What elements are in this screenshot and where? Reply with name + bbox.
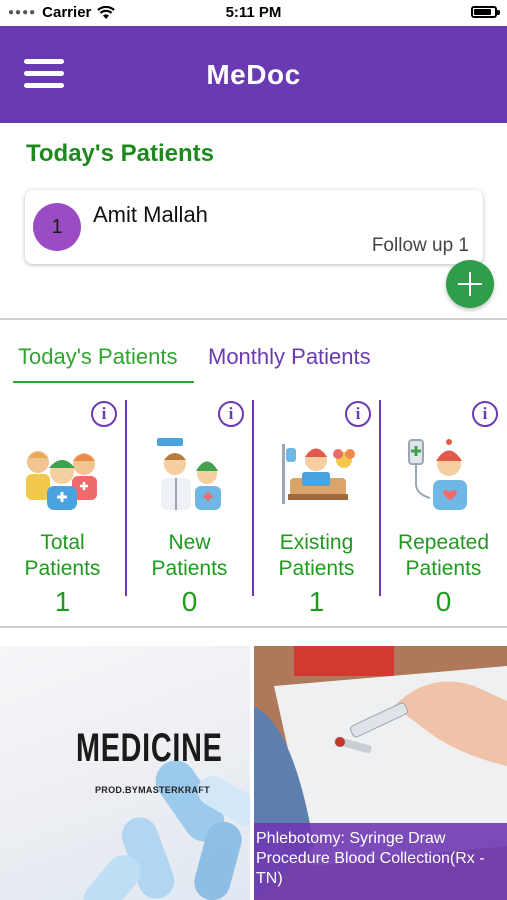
stat-label: Existing Patients <box>278 531 355 580</box>
patient-bed-icon <box>282 444 355 504</box>
capsules-image <box>83 760 250 900</box>
section-title-todays-patients: Today's Patients <box>26 140 214 167</box>
stat-label: New Patients <box>151 531 228 580</box>
patient-name: Amit Mallah <box>93 202 208 227</box>
info-icon[interactable]: i <box>345 401 371 427</box>
divider <box>0 318 507 320</box>
stat-label: Total Patients <box>24 531 101 580</box>
info-icon[interactable]: i <box>472 401 498 427</box>
stat-value: 0 <box>435 586 452 617</box>
status-bar: ●●●● Carrier 5:11 PM <box>0 0 507 26</box>
status-time: 5:11 PM <box>225 4 282 21</box>
patient-follow-up: Follow up 1 <box>371 235 469 256</box>
app-title: MeDoc <box>206 59 301 90</box>
app-header: MeDoc <box>0 26 507 123</box>
stat-value: 1 <box>54 586 71 617</box>
video-caption-bar: Phlebotomy: Syringe Draw Procedure Blood… <box>254 823 507 900</box>
medicine-subtitle: PROD.BYMASTERKRAFT <box>95 785 210 795</box>
stat-repeated-patients[interactable]: i Repeated Patients 0 <box>381 398 506 620</box>
tab-todays-patients[interactable]: Today's Patients <box>18 344 178 370</box>
active-tab-indicator <box>13 381 194 383</box>
battery-icon <box>471 6 500 18</box>
tab-monthly-patients[interactable]: Monthly Patients <box>208 344 371 370</box>
video-thumbnail-phlebotomy[interactable]: Phlebotomy: Syringe Draw Procedure Blood… <box>254 646 507 900</box>
info-icon[interactable]: i <box>91 401 117 427</box>
doctor-patient-icon <box>157 438 221 510</box>
divider <box>0 626 507 628</box>
patient-card[interactable]: 1 Amit Mallah Follow up 1 <box>25 190 483 264</box>
stat-new-patients[interactable]: i New Patients 0 <box>127 398 252 620</box>
video-caption: Phlebotomy: Syringe Draw Procedure Blood… <box>256 830 485 887</box>
info-icon[interactable]: i <box>218 401 244 427</box>
medicine-title: MEDICINE <box>76 726 223 770</box>
stat-existing-patients[interactable]: i Existing Patients 1 <box>254 398 379 620</box>
patients-group-icon <box>26 451 97 510</box>
stat-value: 1 <box>308 586 325 617</box>
stat-value: 0 <box>181 586 198 617</box>
patient-number-avatar: 1 <box>33 203 81 251</box>
patient-iv-drip-icon <box>408 439 467 510</box>
stat-label: Repeated Patients <box>397 531 490 580</box>
stat-total-patients[interactable]: i Total Patients 1 <box>0 398 125 620</box>
add-patient-button[interactable] <box>446 260 494 308</box>
video-thumbnail-medicine[interactable]: MEDICINE PROD.BYMASTERKRAFT <box>0 646 250 900</box>
